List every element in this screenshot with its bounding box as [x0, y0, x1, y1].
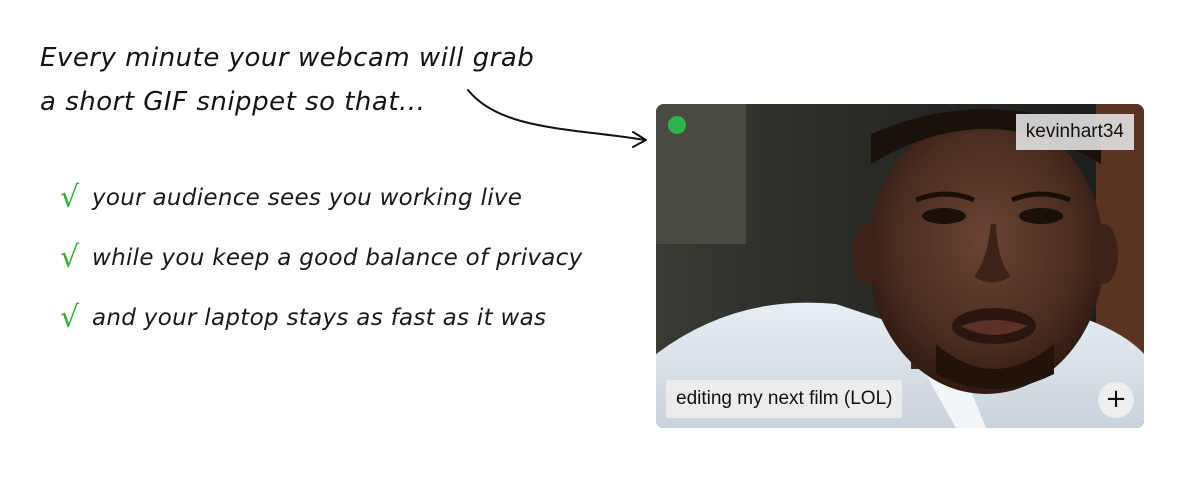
headline-line-2: a short GIF snippet so that... [40, 87, 426, 117]
benefit-text: while you keep a good balance of privacy [92, 245, 583, 271]
list-item: √ and your laptop stays as fast as it wa… [60, 288, 640, 348]
webcam-snippet-card[interactable]: kevinhart34 editing my next film (LOL) + [656, 104, 1144, 428]
add-button[interactable]: + [1098, 382, 1134, 418]
checkmark-icon: √ [60, 180, 80, 215]
checkmark-icon: √ [60, 240, 80, 275]
headline-line-1: Every minute your webcam will grab [40, 43, 535, 73]
benefit-list: √ your audience sees you working live √ … [60, 168, 640, 348]
username-label: kevinhart34 [1015, 114, 1134, 150]
list-item: √ your audience sees you working live [60, 168, 640, 228]
checkmark-icon: √ [60, 300, 80, 335]
benefit-text: your audience sees you working live [92, 185, 523, 211]
list-item: √ while you keep a good balance of priva… [60, 228, 640, 288]
snippet-caption: editing my next film (LOL) [666, 380, 903, 418]
live-status-dot [668, 116, 686, 134]
benefit-text: and your laptop stays as fast as it was [92, 305, 547, 331]
headline: Every minute your webcam will grab a sho… [40, 36, 600, 124]
